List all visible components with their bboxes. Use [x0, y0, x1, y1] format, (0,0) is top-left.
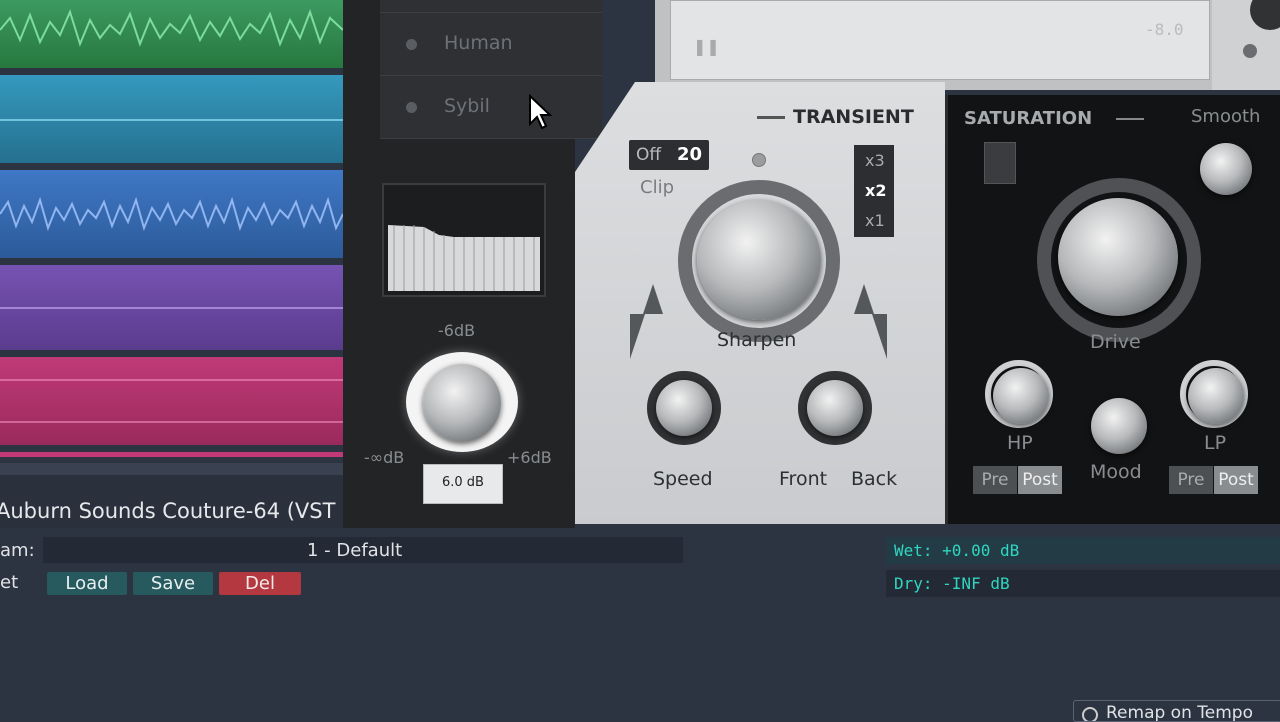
- waveform-line: [0, 379, 343, 381]
- transient-title: TRANSIENT: [793, 106, 914, 128]
- output-max-label: +6dB: [507, 448, 552, 467]
- lp-label: LP: [1204, 432, 1227, 454]
- saturation-title-line: [1116, 118, 1144, 120]
- speed-knob[interactable]: [656, 380, 712, 436]
- load-button[interactable]: Load: [47, 572, 127, 595]
- track-area-bottom: [0, 475, 343, 497]
- hp-post-button[interactable]: Post: [1018, 466, 1062, 494]
- sharpen-label: Sharpen: [717, 329, 797, 351]
- meter-display: ❚❚ -8.0: [670, 0, 1210, 80]
- track-scroll-bar[interactable]: [0, 463, 343, 475]
- plugin-title-bar[interactable]: Auburn Sounds Couture-64 (VST: [0, 497, 343, 529]
- clip-label: Clip: [640, 177, 674, 198]
- waveform-line: [0, 421, 343, 423]
- output-min-label: -∞dB: [364, 448, 405, 467]
- output-value-box[interactable]: 6.0 dB: [423, 464, 503, 504]
- front-back-knob[interactable]: [807, 380, 863, 436]
- waveform: [0, 196, 343, 232]
- triangle-right-icon: [854, 284, 887, 359]
- back-label: Back: [851, 468, 898, 490]
- preset-label: et: [0, 572, 19, 593]
- preset-value: 1 - Default: [307, 540, 403, 561]
- meter-value: -8.0: [1145, 20, 1184, 39]
- preset-label: Human: [444, 32, 513, 54]
- waveform-line: [0, 307, 343, 309]
- output-top-label: -6dB: [438, 321, 476, 340]
- track-teal: [0, 75, 343, 163]
- track-pink: [0, 357, 343, 445]
- front-label: Front: [779, 468, 828, 490]
- sharpen-knob[interactable]: [697, 200, 821, 320]
- save-button[interactable]: Save: [133, 572, 213, 595]
- pause-icon[interactable]: ❚❚: [693, 37, 720, 56]
- spectrum-display: [382, 183, 546, 297]
- oversample-selector[interactable]: x3 x2 x1: [854, 145, 894, 237]
- wet-readout[interactable]: Wet: +0.00 dB: [886, 537, 1280, 564]
- waveform-line: [0, 119, 343, 121]
- preset-dot: [406, 39, 417, 50]
- preset-dot: [406, 102, 417, 113]
- param-label: am:: [0, 540, 35, 561]
- lp-pre-button[interactable]: Pre: [1169, 466, 1213, 494]
- remap-button[interactable]: Remap on Tempo: [1073, 700, 1280, 722]
- mood-label: Mood: [1090, 461, 1142, 483]
- screw-icon: [1243, 44, 1257, 58]
- clip-value: 20: [677, 144, 703, 165]
- track-pink-partial: [0, 452, 343, 457]
- mood-knob[interactable]: [1091, 398, 1147, 454]
- speed-label: Speed: [653, 468, 713, 490]
- output-knob[interactable]: [423, 364, 501, 442]
- track-blue: [0, 170, 343, 258]
- drive-label: Drive: [1090, 331, 1141, 353]
- lp-knob[interactable]: [1188, 368, 1244, 424]
- lp-post-button[interactable]: Post: [1214, 466, 1258, 494]
- output-value: 6.0 dB: [442, 475, 484, 490]
- saturation-toggle[interactable]: [984, 142, 1016, 184]
- smooth-label: Smooth: [1191, 106, 1261, 127]
- preset-item-human[interactable]: Human: [380, 13, 602, 76]
- oversample-x2[interactable]: x2: [865, 181, 886, 200]
- smooth-knob[interactable]: [1200, 143, 1252, 195]
- wet-value: Wet: +0.00 dB: [894, 541, 1020, 560]
- spectrum-bars: [388, 225, 540, 291]
- indicator-led: [752, 153, 766, 167]
- drive-knob[interactable]: [1058, 198, 1178, 316]
- preset-list-top: [380, 0, 602, 13]
- dry-value: Dry: -INF dB: [894, 574, 1010, 593]
- track-purple: [0, 265, 343, 350]
- oversample-x3[interactable]: x3: [865, 151, 885, 170]
- mouse-cursor-icon: [529, 94, 552, 130]
- track-green: [0, 0, 343, 68]
- dry-readout[interactable]: Dry: -INF dB: [886, 570, 1280, 597]
- clip-toggle[interactable]: Off 20: [629, 140, 709, 170]
- remap-label: Remap on Tempo: [1106, 703, 1253, 722]
- preset-field[interactable]: 1 - Default: [43, 537, 683, 563]
- delete-button[interactable]: Del: [219, 572, 301, 595]
- preset-label: Sybil: [444, 95, 490, 117]
- hp-knob[interactable]: [993, 368, 1049, 424]
- transient-title-line: [757, 116, 785, 119]
- preset-item-sybil[interactable]: Sybil: [380, 76, 602, 139]
- oversample-x1[interactable]: x1: [865, 211, 885, 230]
- hp-pre-button[interactable]: Pre: [973, 466, 1017, 494]
- plugin-title: Auburn Sounds Couture-64 (VST: [0, 499, 336, 523]
- triangle-left-icon: [630, 284, 663, 359]
- hp-label: HP: [1007, 432, 1033, 454]
- waveform: [0, 9, 343, 47]
- saturation-title: SATURATION: [964, 108, 1093, 129]
- clip-off-label: Off: [636, 145, 662, 165]
